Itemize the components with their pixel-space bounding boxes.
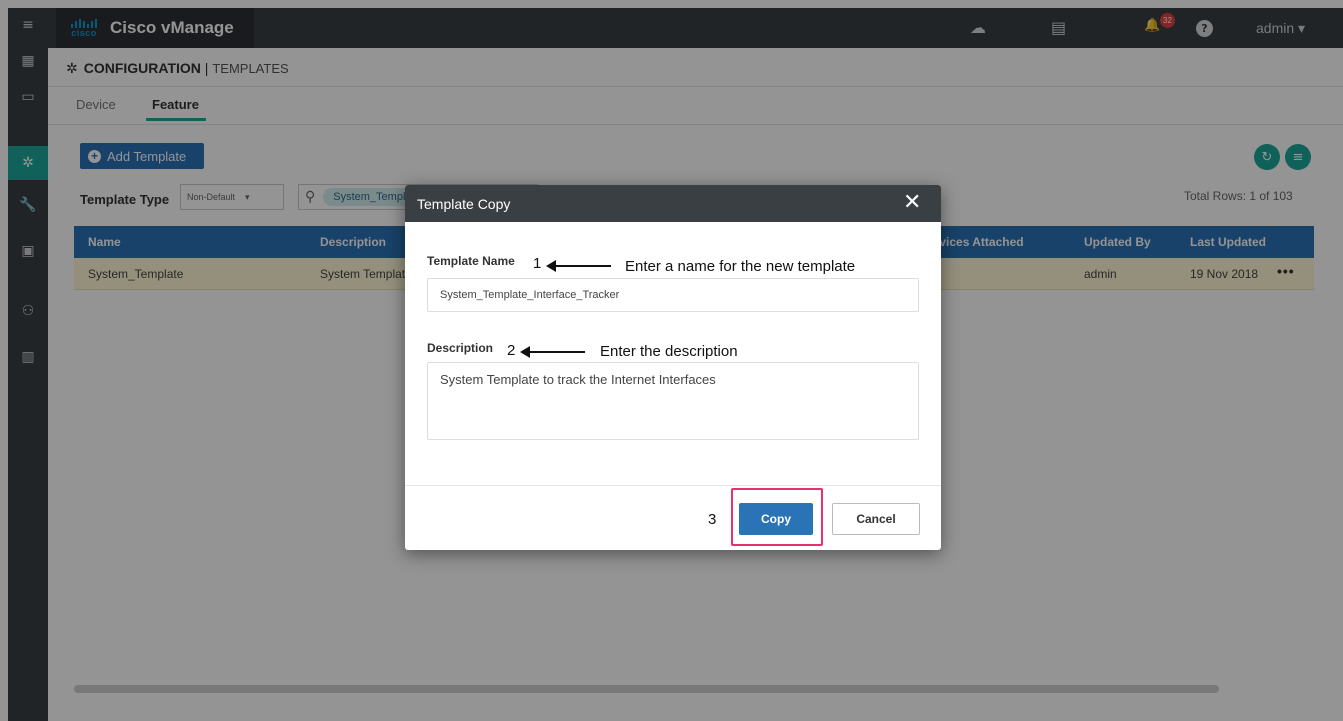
description-field[interactable]: System Template to track the Internet In… — [427, 362, 919, 440]
dialog-header: Template Copy ✕ — [405, 185, 941, 222]
annotation-step-2-text: Enter the description — [600, 343, 738, 360]
template-name-label: Template Name — [427, 254, 515, 268]
template-copy-dialog: Template Copy ✕ Template Name 1 Enter a … — [405, 185, 941, 550]
annotation-step-1-number: 1 — [533, 255, 542, 272]
copy-button[interactable]: Copy — [739, 503, 813, 535]
annotation-arrow-2-icon — [520, 346, 585, 358]
template-name-field[interactable] — [427, 278, 919, 312]
divider — [405, 485, 941, 486]
annotation-arrow-1-icon — [546, 260, 611, 272]
cancel-button[interactable]: Cancel — [832, 503, 920, 535]
close-icon[interactable]: ✕ — [903, 190, 921, 215]
dialog-title: Template Copy — [417, 196, 511, 212]
annotation-step-1-text: Enter a name for the new template — [625, 258, 856, 275]
annotation-step-2-number: 2 — [507, 342, 516, 359]
description-label: Description — [427, 341, 494, 355]
annotation-step-3-number: 3 — [708, 511, 717, 528]
